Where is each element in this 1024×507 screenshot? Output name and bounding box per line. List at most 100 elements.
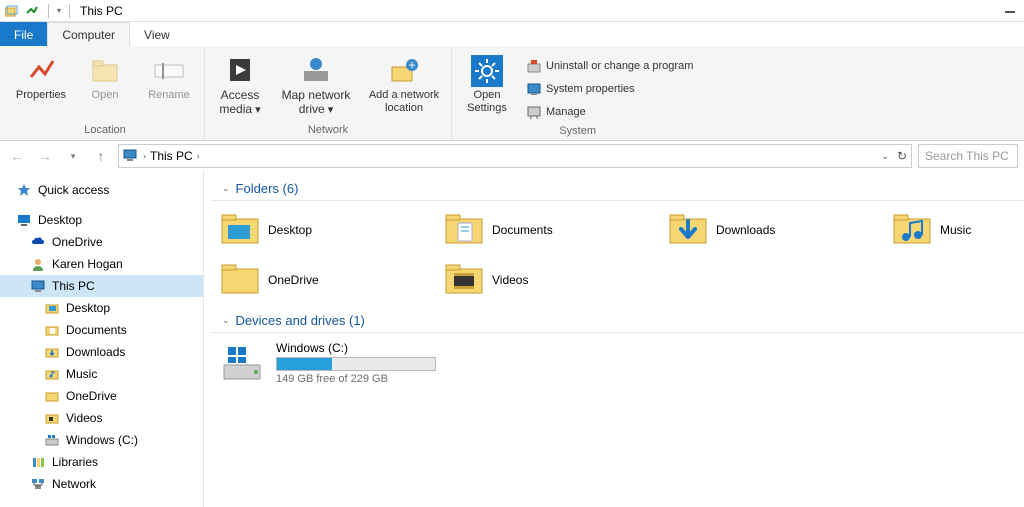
media-icon bbox=[224, 55, 256, 87]
breadcrumb-segment[interactable]: This PC bbox=[150, 149, 193, 163]
folder-icon bbox=[44, 366, 60, 382]
folder-onedrive[interactable]: OneDrive bbox=[220, 259, 440, 301]
content-pane: ⌄ Folders (6) Desktop Documents Download… bbox=[204, 171, 1024, 507]
nav-back-icon: ← bbox=[6, 145, 28, 167]
drives-header[interactable]: ⌄ Devices and drives (1) bbox=[212, 313, 1024, 333]
system-small-buttons: Uninstall or change a program System pro… bbox=[522, 53, 697, 123]
folder-videos[interactable]: Videos bbox=[444, 259, 664, 301]
nav-desktop-2[interactable]: Desktop bbox=[0, 297, 203, 319]
drives-section: ⌄ Devices and drives (1) Windows (C:) 14… bbox=[204, 313, 1024, 385]
properties-button[interactable]: Properties bbox=[12, 53, 70, 104]
sys-props-icon bbox=[526, 81, 542, 97]
open-icon bbox=[89, 55, 121, 87]
nav-documents[interactable]: Documents bbox=[0, 319, 203, 341]
nav-recent-icon[interactable]: ▾ bbox=[62, 145, 84, 167]
ribbon-group-system: Open Settings Uninstall or change a prog… bbox=[452, 49, 703, 140]
minimize-ribbon-icon[interactable] bbox=[1004, 2, 1018, 16]
separator bbox=[69, 4, 70, 18]
map-drive-icon bbox=[300, 55, 332, 87]
nav-music[interactable]: Music bbox=[0, 363, 203, 385]
app-icon bbox=[4, 3, 20, 19]
libraries-icon bbox=[30, 454, 46, 470]
title-bar: ▾ This PC bbox=[0, 0, 1024, 22]
nav-up-icon[interactable]: ↑ bbox=[90, 145, 112, 167]
svg-text:+: + bbox=[408, 58, 415, 72]
ribbon-group-location: Properties Open Rename Location bbox=[6, 49, 205, 140]
chevron-down-icon: ⌄ bbox=[222, 315, 230, 326]
drive-icon bbox=[44, 432, 60, 448]
user-icon bbox=[30, 256, 46, 272]
folder-icon bbox=[44, 322, 60, 338]
videos-folder-icon bbox=[444, 262, 484, 298]
network-icon bbox=[30, 476, 46, 492]
manage-icon bbox=[526, 104, 542, 120]
chevron-right-icon[interactable]: › bbox=[143, 151, 146, 161]
uninstall-icon bbox=[526, 58, 542, 74]
properties-icon bbox=[25, 55, 57, 87]
nav-windows-c[interactable]: Windows (C:) bbox=[0, 429, 203, 451]
tab-view[interactable]: View bbox=[130, 22, 184, 46]
folder-downloads[interactable]: Downloads bbox=[668, 209, 888, 251]
nav-network[interactable]: Network bbox=[0, 473, 203, 495]
folder-icon bbox=[44, 344, 60, 360]
folder-music[interactable]: Music bbox=[892, 209, 1024, 251]
onedrive-icon bbox=[30, 234, 46, 250]
map-drive-button[interactable]: Map network drive ▾ bbox=[275, 53, 357, 119]
rename-icon bbox=[153, 55, 185, 87]
separator bbox=[48, 4, 49, 18]
star-icon bbox=[16, 182, 32, 198]
refresh-icon[interactable]: ↻ bbox=[897, 149, 907, 163]
uninstall-button[interactable]: Uninstall or change a program bbox=[522, 55, 697, 77]
add-location-button[interactable]: + Add a network location bbox=[363, 53, 445, 117]
chevron-right-icon[interactable]: › bbox=[197, 151, 200, 161]
nav-forward-icon: → bbox=[34, 145, 56, 167]
search-input[interactable]: Search This PC bbox=[918, 144, 1018, 168]
system-properties-button[interactable]: System properties bbox=[522, 78, 697, 100]
folder-icon bbox=[44, 300, 60, 316]
downloads-folder-icon bbox=[668, 212, 708, 248]
folder-documents[interactable]: Documents bbox=[444, 209, 664, 251]
add-location-icon: + bbox=[388, 55, 420, 87]
tab-computer[interactable]: Computer bbox=[47, 22, 130, 46]
nav-user[interactable]: Karen Hogan bbox=[0, 253, 203, 275]
navigation-pane: Quick access Desktop OneDrive Karen Hoga… bbox=[0, 171, 204, 507]
desktop-icon bbox=[16, 212, 32, 228]
nav-libraries[interactable]: Libraries bbox=[0, 451, 203, 473]
nav-this-pc[interactable]: This PC bbox=[0, 275, 203, 297]
drive-windows-c[interactable]: Windows (C:) 149 GB free of 229 GB bbox=[204, 341, 1024, 385]
folders-header[interactable]: ⌄ Folders (6) bbox=[212, 181, 1024, 201]
drive-name: Windows (C:) bbox=[276, 341, 436, 355]
address-row: ← → ▾ ↑ › This PC › ⌄ ↻ Search This PC bbox=[0, 141, 1024, 171]
nav-onedrive-2[interactable]: OneDrive bbox=[0, 385, 203, 407]
window-title: This PC bbox=[80, 4, 123, 18]
address-bar[interactable]: › This PC › ⌄ ↻ bbox=[118, 144, 912, 168]
ribbon-tabs: File Computer View bbox=[0, 22, 1024, 46]
drive-usage-bar bbox=[276, 357, 436, 371]
access-media-button[interactable]: Access media ▾ bbox=[211, 53, 269, 119]
rename-button: Rename bbox=[140, 53, 198, 104]
qat-dropdown-icon[interactable]: ▾ bbox=[57, 6, 61, 15]
chevron-down-icon: ⌄ bbox=[222, 183, 230, 194]
nav-videos[interactable]: Videos bbox=[0, 407, 203, 429]
onedrive-folder-icon bbox=[220, 262, 260, 298]
folder-desktop[interactable]: Desktop bbox=[220, 209, 440, 251]
documents-folder-icon bbox=[444, 212, 484, 248]
nav-desktop[interactable]: Desktop bbox=[0, 209, 203, 231]
this-pc-icon bbox=[30, 278, 46, 294]
settings-icon bbox=[471, 55, 503, 87]
drive-bar-fill bbox=[277, 358, 332, 370]
open-button: Open bbox=[76, 53, 134, 104]
this-pc-icon bbox=[123, 148, 139, 164]
open-settings-button[interactable]: Open Settings bbox=[458, 53, 516, 117]
dropdown-icon[interactable]: ⌄ bbox=[881, 151, 889, 162]
folder-icon bbox=[44, 410, 60, 426]
nav-downloads[interactable]: Downloads bbox=[0, 341, 203, 363]
ribbon: Properties Open Rename Location Access m… bbox=[0, 46, 1024, 141]
desktop-folder-icon bbox=[220, 212, 260, 248]
nav-onedrive[interactable]: OneDrive bbox=[0, 231, 203, 253]
qat-properties-icon[interactable] bbox=[24, 3, 40, 19]
tab-file[interactable]: File bbox=[0, 22, 47, 46]
folders-section: ⌄ Folders (6) Desktop Documents Download… bbox=[204, 181, 1024, 301]
nav-quick-access[interactable]: Quick access bbox=[0, 179, 203, 201]
manage-button[interactable]: Manage bbox=[522, 101, 697, 123]
